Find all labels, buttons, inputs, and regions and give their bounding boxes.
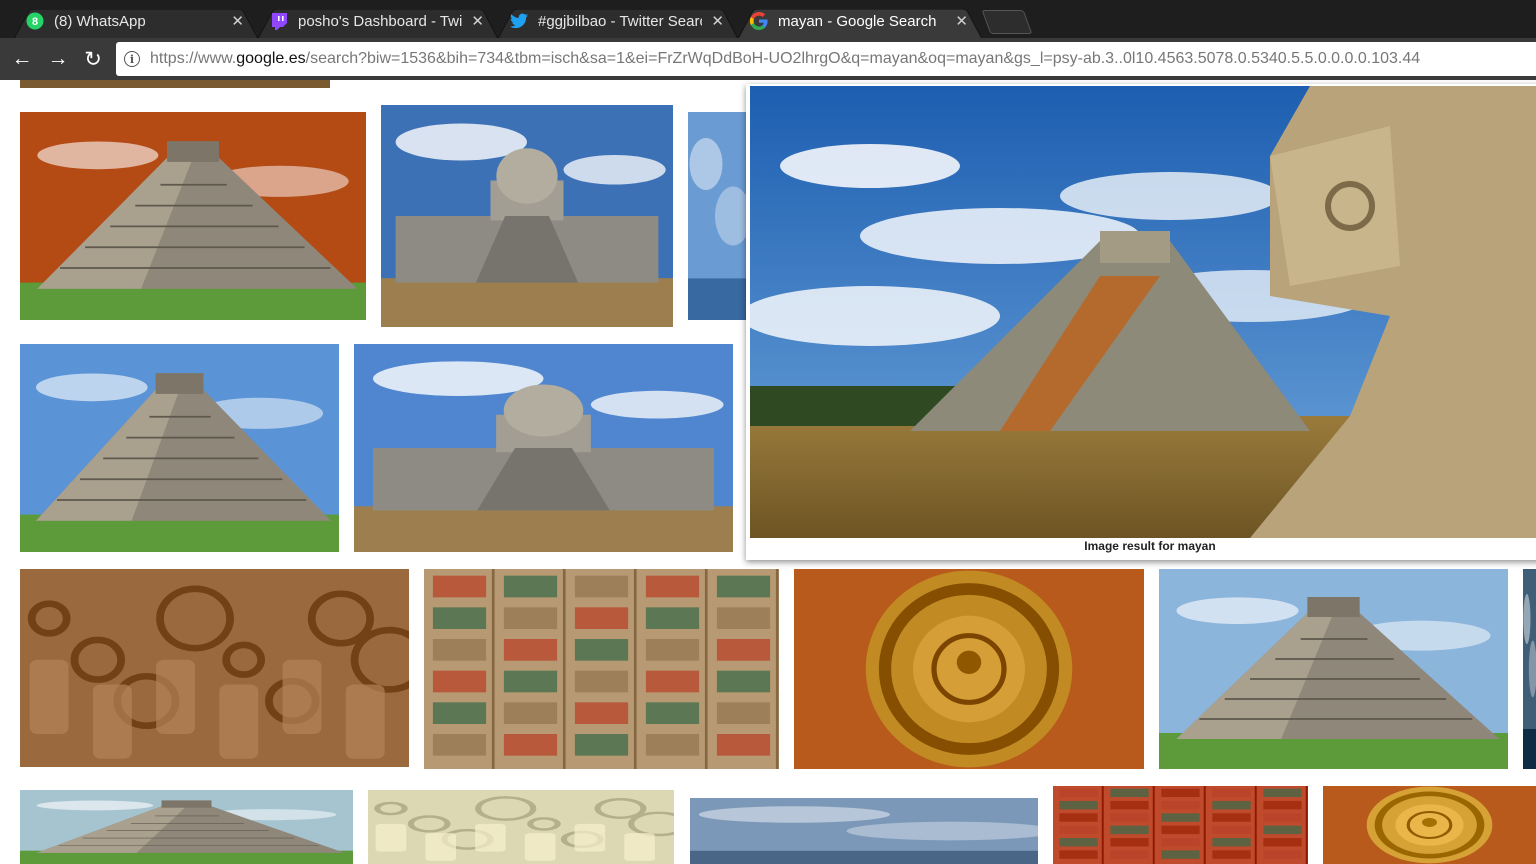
image-result[interactable] [794, 569, 1144, 769]
image-result[interactable] [20, 112, 366, 320]
pyramid-thumbnail[interactable] [1159, 569, 1508, 769]
image-result[interactable] [20, 790, 353, 864]
pyramid-thumbnail[interactable] [20, 790, 353, 864]
image-result[interactable] [688, 112, 748, 320]
image-result[interactable] [1323, 786, 1536, 864]
image-result[interactable] [424, 569, 779, 769]
twitter-icon [510, 12, 528, 30]
close-icon[interactable]: ✕ [471, 12, 484, 30]
codex-thumbnail[interactable] [424, 569, 779, 769]
url-path: /search?biw=1536&bih=734&tbm=isch&sa=1&e… [305, 50, 1421, 67]
pyramid-thumbnail[interactable] [20, 112, 366, 320]
tab-whatsapp[interactable]: 8 (8) WhatsApp ✕ [14, 4, 258, 38]
image-result[interactable] [381, 105, 673, 327]
tab-title: posho's Dashboard - Twitch [298, 12, 462, 30]
calendar-thumbnail[interactable] [794, 569, 1144, 769]
tab-twitch[interactable]: posho's Dashboard - Twitch ✕ [258, 4, 498, 38]
codex-thumbnail[interactable] [1053, 786, 1308, 864]
reload-icon[interactable]: ↻ [81, 47, 105, 71]
image-result[interactable] [368, 790, 674, 864]
forward-icon[interactable]: → [46, 47, 70, 71]
tab-strip: 8 (8) WhatsApp ✕ posho's Dashboard - Twi… [0, 0, 1536, 38]
url-text: https://www.google.es/search?biw=1536&bi… [150, 50, 1420, 68]
observatory-thumbnail[interactable] [381, 105, 673, 327]
new-tab-button[interactable] [981, 10, 1033, 34]
url-domain: google.es [236, 50, 306, 67]
image-result[interactable] [354, 344, 733, 552]
pyramid-thumbnail[interactable] [20, 344, 339, 552]
twitch-icon [270, 12, 288, 30]
partial-thumbnail[interactable] [690, 798, 1038, 864]
close-icon[interactable]: ✕ [955, 12, 968, 30]
image-result[interactable] [1159, 569, 1508, 769]
close-icon[interactable]: ✕ [711, 12, 724, 30]
image-result-partial-top[interactable] [20, 80, 330, 88]
image-result[interactable] [20, 344, 339, 552]
carving-thumbnail[interactable] [20, 569, 409, 767]
tab-title: mayan - Google Search [778, 12, 937, 30]
google-icon [750, 12, 768, 30]
image-results: Image result for mayan [0, 80, 1536, 864]
preview-image[interactable] [750, 86, 1536, 538]
info-icon[interactable]: i [124, 51, 140, 67]
tab-title: #ggjbilbao - Twitter Search [538, 12, 702, 30]
close-icon[interactable]: ✕ [231, 12, 244, 30]
partial-thumbnail[interactable] [1523, 569, 1536, 769]
image-result[interactable] [690, 798, 1038, 864]
preview-caption: Image result for mayan [1084, 539, 1216, 553]
address-bar[interactable]: i https://www.google.es/search?biw=1536&… [116, 42, 1536, 76]
tab-title: (8) WhatsApp [54, 12, 146, 30]
whatsapp-icon: 8 [26, 12, 44, 30]
carving-thumbnail[interactable] [368, 790, 674, 864]
image-result[interactable] [1053, 786, 1308, 864]
calendar-thumbnail[interactable] [1323, 786, 1536, 864]
back-icon[interactable]: ← [10, 47, 34, 71]
whatsapp-badge: 8 [32, 16, 38, 28]
url-prefix: https://www. [150, 50, 237, 67]
observatory-thumbnail[interactable] [354, 344, 733, 552]
partial-thumbnail[interactable] [688, 112, 748, 320]
image-result[interactable] [1523, 569, 1536, 769]
browser-toolbar: ← → ↻ i https://www.google.es/search?biw… [0, 38, 1536, 80]
tab-twitter[interactable]: #ggjbilbao - Twitter Search ✕ [498, 4, 738, 38]
tab-google-search[interactable]: mayan - Google Search ✕ [738, 4, 982, 38]
image-result[interactable] [20, 569, 409, 767]
image-preview-card[interactable]: Image result for mayan [746, 84, 1536, 560]
